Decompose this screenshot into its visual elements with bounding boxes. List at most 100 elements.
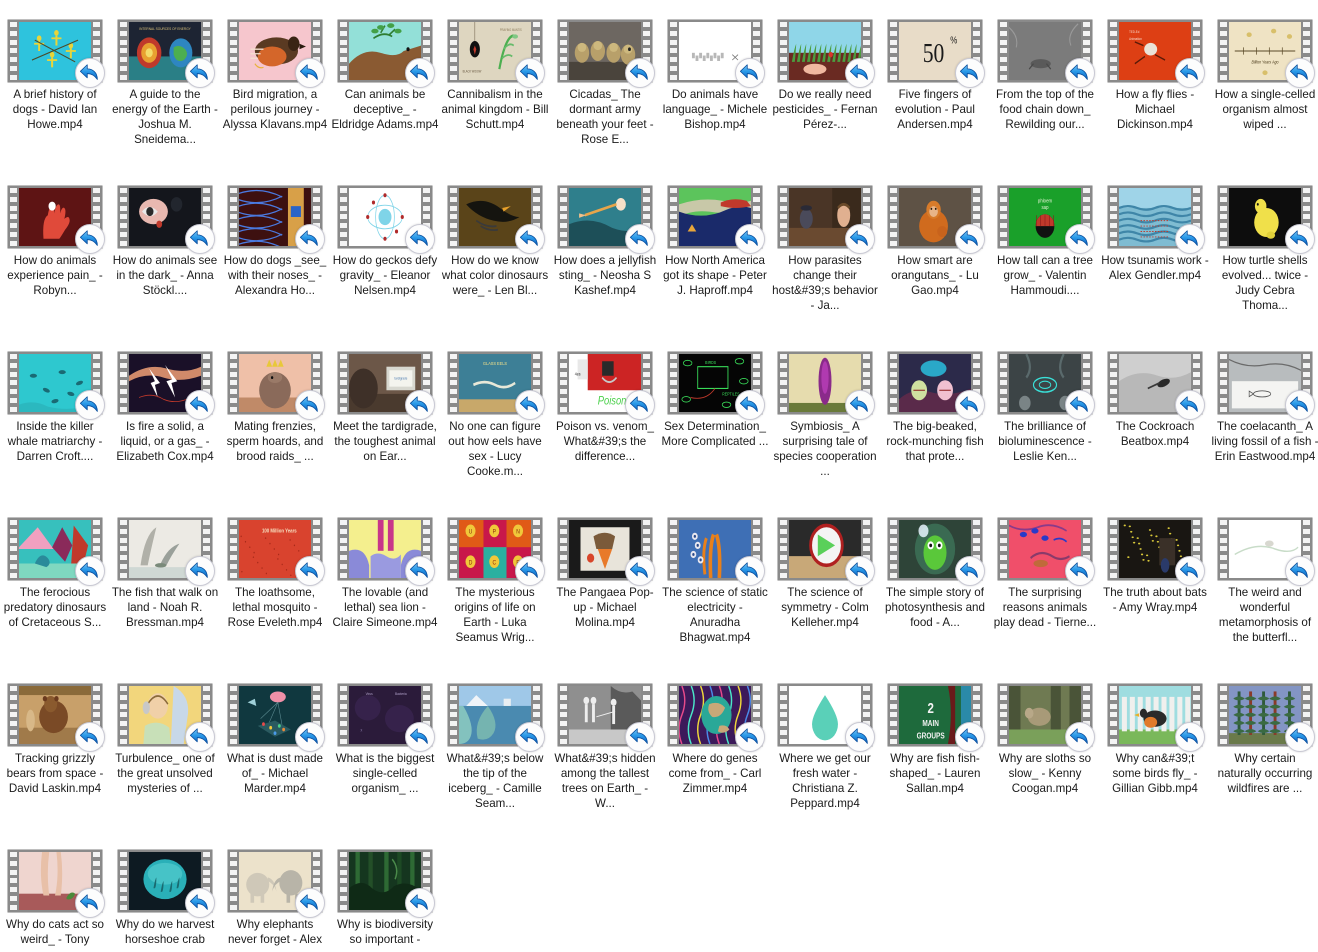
file-grid[interactable]: A brief history of dogs - David Ian Howe… <box>0 0 1318 952</box>
file-item[interactable]: phloem sap How tall can a tree grow_ - Val… <box>990 178 1100 344</box>
file-thumbnail[interactable]: 2 MAIN GROUPS <box>887 682 985 752</box>
file-thumbnail[interactable] <box>1107 184 1205 254</box>
file-thumbnail[interactable] <box>1217 184 1315 254</box>
file-thumbnail[interactable] <box>997 682 1095 752</box>
file-thumbnail[interactable]: 4es Poison <box>557 350 655 420</box>
file-item[interactable]: UPNDCEThe mysterious origins of life on … <box>440 510 550 676</box>
file-thumbnail[interactable] <box>777 682 875 752</box>
file-thumbnail[interactable] <box>1217 682 1315 752</box>
file-item[interactable]: Symbiosis_ A surprising tale of species … <box>770 344 880 510</box>
file-item[interactable]: From the top of the food chain down_ Rew… <box>990 12 1100 178</box>
file-item[interactable]: tardigrade Meet the tardigrade, the tough… <box>330 344 440 510</box>
file-item[interactable]: The lovable (and lethal) sea lion - Clai… <box>330 510 440 676</box>
file-thumbnail[interactable] <box>447 184 545 254</box>
file-item[interactable]: Mating frenzies, sperm hoards, and brood… <box>220 344 330 510</box>
file-item[interactable]: 2 MAIN GROUPS Why are fish fish-shaped_ - L… <box>880 676 990 842</box>
file-item[interactable]: Tracking grizzly bears from space - Davi… <box>0 676 110 842</box>
file-item[interactable]: What&#39;s below the tip of the iceberg_… <box>440 676 550 842</box>
file-item[interactable]: The simple story of photosynthesis and f… <box>880 510 990 676</box>
file-thumbnail[interactable]: tardigrade <box>337 350 435 420</box>
file-thumbnail[interactable] <box>227 184 325 254</box>
file-thumbnail[interactable] <box>117 350 215 420</box>
file-thumbnail[interactable] <box>667 18 765 88</box>
file-thumbnail[interactable]: 50% <box>887 18 985 88</box>
file-item[interactable]: Why do cats act so weird_ - Tony <box>0 842 110 952</box>
file-thumbnail[interactable]: phloem sap <box>997 184 1095 254</box>
file-thumbnail[interactable] <box>7 350 105 420</box>
file-item[interactable]: Why are sloths so slow_ - Kenny Coogan.m… <box>990 676 1100 842</box>
file-thumbnail[interactable] <box>997 350 1095 420</box>
file-item[interactable]: The science of static electricity - Anur… <box>660 510 770 676</box>
file-item[interactable]: The ferocious predatory dinosaurs of Cre… <box>0 510 110 676</box>
file-thumbnail[interactable] <box>337 516 435 586</box>
file-item[interactable]: A brief history of dogs - David Ian Howe… <box>0 12 110 178</box>
file-item[interactable]: How do dogs _see_ with their noses_ - Al… <box>220 178 330 344</box>
file-item[interactable]: The fish that walk on land - Noah R. Bre… <box>110 510 220 676</box>
file-thumbnail[interactable] <box>777 350 875 420</box>
file-item[interactable]: How do geckos defy gravity_ - Eleanor Ne… <box>330 178 440 344</box>
file-thumbnail[interactable] <box>777 18 875 88</box>
file-item[interactable]: Where do genes come from_ - Carl Zimmer.… <box>660 676 770 842</box>
file-item[interactable]: Why do we harvest horseshoe crab <box>110 842 220 952</box>
file-thumbnail[interactable] <box>447 682 545 752</box>
file-thumbnail[interactable] <box>997 18 1095 88</box>
file-thumbnail[interactable] <box>1107 682 1205 752</box>
file-item[interactable]: Do we really need pesticides_ - Fernan P… <box>770 12 880 178</box>
file-item[interactable]: The truth about bats - Amy Wray.mp4 <box>1100 510 1210 676</box>
file-item[interactable]: Why certain naturally occurring wildfire… <box>1210 676 1318 842</box>
file-item[interactable]: How parasites change their host&#39;s be… <box>770 178 880 344</box>
file-thumbnail[interactable] <box>337 184 435 254</box>
file-item[interactable]: Cicadas_ The dormant army beneath your f… <box>550 12 660 178</box>
file-item[interactable]: 50% Five fingers of evolution - Paul Ande… <box>880 12 990 178</box>
file-thumbnail[interactable] <box>337 848 435 918</box>
file-thumbnail[interactable]: BIRDS REPTILES <box>667 350 765 420</box>
file-item[interactable]: The surprising reasons animals play dead… <box>990 510 1100 676</box>
file-item[interactable]: How tsunamis work - Alex Gendler.mp4 <box>1100 178 1210 344</box>
file-item[interactable]: The Pangaea Pop-up - Michael Molina.mp4 <box>550 510 660 676</box>
file-thumbnail[interactable] <box>557 516 655 586</box>
file-thumbnail[interactable] <box>887 350 985 420</box>
file-thumbnail[interactable] <box>1107 350 1205 420</box>
file-thumbnail[interactable]: Virus Bacteria x <box>337 682 435 752</box>
file-thumbnail[interactable] <box>7 184 105 254</box>
file-item[interactable]: The coelacanth_ A living fossil of a fis… <box>1210 344 1318 510</box>
file-thumbnail[interactable]: Billion Years Ago <box>1217 18 1315 88</box>
file-item[interactable]: How does a jellyfish sting_ - Neosha S K… <box>550 178 660 344</box>
file-item[interactable]: The brilliance of bioluminescence - Lesl… <box>990 344 1100 510</box>
file-item[interactable]: How do animals experience pain_ - Robyn.… <box>0 178 110 344</box>
file-item[interactable]: Is fire a solid, a liquid, or a gas_ - E… <box>110 344 220 510</box>
file-thumbnail[interactable] <box>667 682 765 752</box>
file-thumbnail[interactable] <box>227 350 325 420</box>
file-item[interactable]: The weird and wonderful metamorphosis of… <box>1210 510 1318 676</box>
file-item[interactable]: How North America got its shape - Peter … <box>660 178 770 344</box>
file-item[interactable]: Billion Years Ago How a single-celled org… <box>1210 12 1318 178</box>
file-item[interactable]: What&#39;s hidden among the tallest tree… <box>550 676 660 842</box>
file-item[interactable]: Turbulence_ one of the great unsolved my… <box>110 676 220 842</box>
file-thumbnail[interactable] <box>777 184 875 254</box>
file-item[interactable]: Bird migration, a perilous journey - Aly… <box>220 12 330 178</box>
file-item[interactable]: How do we know what color dinosaurs were… <box>440 178 550 344</box>
file-item[interactable]: PRAYING MANTIS BLACK WIDOW Cannibalism in … <box>440 12 550 178</box>
file-thumbnail[interactable]: GLASS EELS <box>447 350 545 420</box>
file-item[interactable]: Do animals have language_ - Michele Bish… <box>660 12 770 178</box>
file-thumbnail[interactable] <box>777 516 875 586</box>
file-thumbnail[interactable] <box>7 682 105 752</box>
file-thumbnail[interactable] <box>117 516 215 586</box>
file-thumbnail[interactable] <box>887 184 985 254</box>
file-item[interactable]: How turtle shells evolved... twice - Jud… <box>1210 178 1318 344</box>
file-thumbnail[interactable] <box>117 848 215 918</box>
file-thumbnail[interactable] <box>227 682 325 752</box>
file-item[interactable]: Why can&#39;t some birds fly_ - Gillian … <box>1100 676 1210 842</box>
file-thumbnail[interactable] <box>557 184 655 254</box>
file-thumbnail[interactable]: TED-Ed Animation <box>1107 18 1205 88</box>
file-thumbnail[interactable] <box>1107 516 1205 586</box>
file-item[interactable]: BIRDS REPTILES Sex Determination_ More Com… <box>660 344 770 510</box>
file-item[interactable]: Inside the killer whale matriarchy - Dar… <box>0 344 110 510</box>
file-thumbnail[interactable] <box>557 18 655 88</box>
file-thumbnail[interactable] <box>7 516 105 586</box>
file-thumbnail[interactable] <box>7 848 105 918</box>
file-thumbnail[interactable] <box>997 516 1095 586</box>
file-item[interactable]: The Cockroach Beatbox.mp4 <box>1100 344 1210 510</box>
file-item[interactable]: Why elephants never forget - Alex <box>220 842 330 952</box>
file-item[interactable]: 4es Poison Poison vs. venom_ What&#39;s th… <box>550 344 660 510</box>
